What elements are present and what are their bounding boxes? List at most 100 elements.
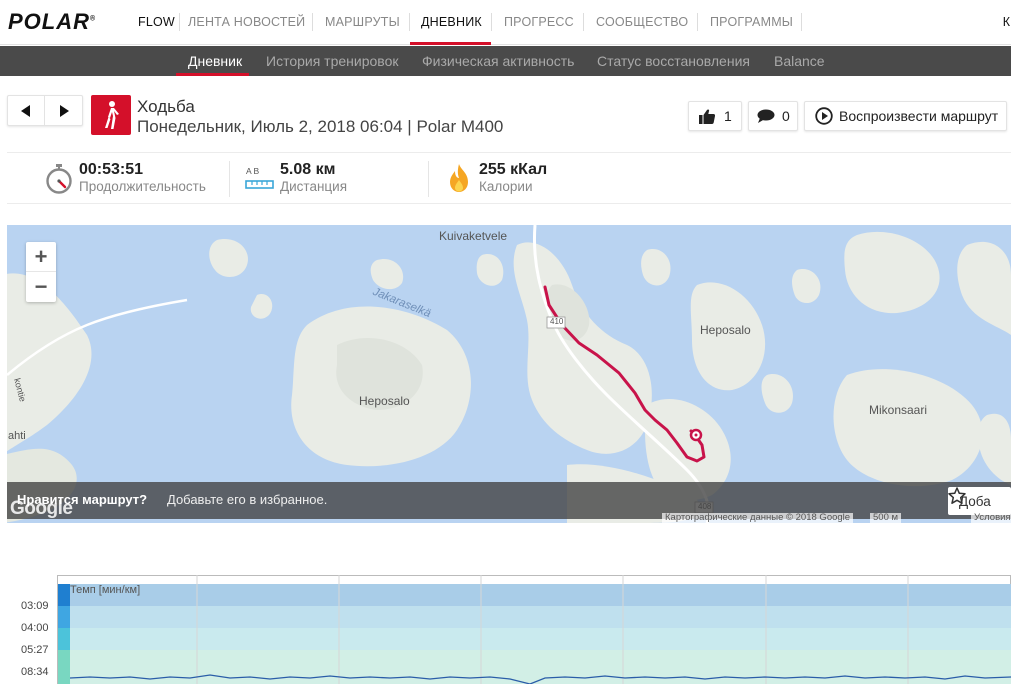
- thumbs-up-icon: [699, 108, 715, 124]
- stat-divider: [229, 161, 230, 197]
- duration-label: Продолжительность: [79, 179, 206, 194]
- session-summary: 00:53:51 Продолжительность A B 5.08 км Д…: [7, 152, 1011, 204]
- pace-zone-bar-1: [58, 584, 70, 606]
- nav-divider: [801, 13, 802, 31]
- add-favorite-button[interactable]: Доба: [948, 487, 1011, 515]
- nav-progress[interactable]: ПРОГРЕСС: [504, 0, 574, 45]
- nav-divider: [409, 13, 410, 31]
- nav-divider: [583, 13, 584, 31]
- map-terms-link[interactable]: Условия: [971, 513, 1011, 523]
- favorite-route-bar: Нравится маршрут? Добавьте его в избранн…: [7, 482, 1011, 519]
- polar-flow-page: POLAR® FLOW ЛЕНТА НОВОСТЕЙ МАРШРУТЫ ДНЕВ…: [0, 0, 1011, 684]
- arrow-right-icon: [59, 104, 69, 117]
- y-tick-label: 05:27: [21, 644, 49, 656]
- calories-label: Калории: [479, 179, 533, 194]
- distance-icon-text: A B: [246, 166, 260, 176]
- subnav-physical-activity[interactable]: Физическая активность: [422, 46, 574, 76]
- pace-band-1: [58, 584, 1011, 606]
- nav-divider: [179, 13, 180, 31]
- subnav-recovery-status[interactable]: Статус восстановления: [597, 46, 750, 76]
- next-session-button[interactable]: [46, 96, 83, 125]
- y-tick-label: 03:09: [21, 600, 49, 612]
- session-pager: [7, 95, 83, 126]
- zoom-in-button[interactable]: +: [26, 242, 56, 272]
- replay-route-label: Воспроизвести маршрут: [839, 108, 999, 124]
- previous-session-button[interactable]: [8, 96, 45, 125]
- y-tick-label: 08:34: [21, 666, 49, 678]
- route-map[interactable]: Kuivaketvele Jakaraselkä Heposalo Heposa…: [7, 225, 1011, 523]
- session-datetime-device: Понедельник, Июль 2, 2018 06:04 | Polar …: [137, 117, 504, 136]
- island-right-small-3: [792, 269, 821, 304]
- comment-count: 0: [782, 108, 790, 124]
- route-marker-dot: [694, 433, 698, 437]
- island-small-3: [370, 259, 404, 290]
- map-label-ahti: ahti: [8, 430, 26, 442]
- subnav-active-indicator: [176, 73, 249, 76]
- pace-chart[interactable]: Темп [мин/км] 03:09 04:00 05:27 08:34: [0, 574, 1011, 684]
- island-right-bottom: [978, 413, 1011, 485]
- pace-chart-canvas: [57, 575, 1011, 684]
- sub-navigation: Дневник История тренировок Физическая ак…: [0, 46, 1011, 76]
- subnav-training-history[interactable]: История тренировок: [266, 46, 398, 76]
- nav-divider: [491, 13, 492, 31]
- nav-user-edge[interactable]: К: [1003, 0, 1010, 45]
- island-small-2: [250, 294, 273, 319]
- polar-logo[interactable]: POLAR®: [8, 9, 96, 35]
- star-icon: [948, 487, 966, 504]
- y-tick-label: 04:00: [21, 622, 49, 634]
- like-count: 1: [724, 108, 732, 124]
- duration-value: 00:53:51: [79, 161, 144, 178]
- subnav-balance[interactable]: Balance: [774, 46, 825, 76]
- island-route-main: [513, 242, 652, 454]
- like-button[interactable]: 1: [688, 101, 742, 131]
- distance-ruler-icon: A B: [245, 166, 274, 189]
- island-right-small-2: [641, 249, 671, 286]
- nav-divider: [697, 13, 698, 31]
- comment-bubble-icon: [757, 109, 775, 123]
- distance-value: 5.08 км: [280, 161, 336, 178]
- top-navigation: POLAR® FLOW ЛЕНТА НОВОСТЕЙ МАРШРУТЫ ДНЕВ…: [0, 0, 1011, 45]
- nav-routes[interactable]: МАРШРУТЫ: [325, 0, 400, 45]
- favorite-prompt: Добавьте его в избранное.: [167, 492, 328, 507]
- map-label-heposalo-right: Heposalo: [700, 323, 751, 337]
- stopwatch-icon: [46, 164, 72, 194]
- play-circle-icon: [815, 107, 833, 125]
- walking-person-icon: [105, 101, 119, 129]
- map-attribution[interactable]: Картографические данные © 2018 Google: [662, 513, 854, 523]
- map-label-mikonsaari: Mikonsaari: [869, 403, 928, 417]
- distance-label: Дистанция: [280, 179, 348, 194]
- comment-button[interactable]: 0: [748, 101, 798, 131]
- nav-diary[interactable]: ДНЕВНИК: [421, 0, 482, 45]
- zoom-out-button[interactable]: −: [26, 272, 56, 302]
- nav-community[interactable]: СООБЩЕСТВО: [596, 0, 688, 45]
- island-right-top-2: [957, 241, 1011, 335]
- arrow-left-icon: [21, 104, 30, 117]
- island-small-1: [209, 239, 248, 277]
- island-mikonsaari: [833, 369, 983, 487]
- pace-band-4: [58, 650, 1011, 684]
- pace-band-2: [58, 606, 1011, 628]
- map-canvas: [7, 225, 1011, 523]
- pace-zone-bar-2: [58, 606, 70, 628]
- map-zoom-control: + −: [26, 242, 56, 302]
- flame-icon: [450, 164, 468, 192]
- map-label-road-410: 410: [550, 317, 564, 326]
- stat-divider: [428, 161, 429, 197]
- replay-route-button[interactable]: Воспроизвести маршрут: [804, 101, 1007, 131]
- pace-series-label: Темп [мин/км]: [70, 584, 141, 596]
- subnav-diary[interactable]: Дневник: [188, 46, 242, 76]
- island-right-top: [844, 231, 940, 314]
- nav-divider: [312, 13, 313, 31]
- pace-zone-bar-4: [58, 650, 70, 684]
- map-label-kuivaketvele: Kuivaketvele: [439, 229, 508, 243]
- map-scale[interactable]: 500 м: [870, 513, 902, 523]
- map-label-heposalo-left: Heposalo: [359, 394, 410, 408]
- island-right-small-1: [761, 374, 793, 413]
- pace-band-3: [58, 628, 1011, 650]
- island-small-4: [476, 254, 504, 286]
- nav-flow[interactable]: FLOW: [138, 0, 175, 45]
- walking-sport-badge: [91, 95, 131, 135]
- nav-programs[interactable]: ПРОГРАММЫ: [710, 0, 793, 45]
- pace-zone-bar-3: [58, 628, 70, 650]
- nav-news-feed[interactable]: ЛЕНТА НОВОСТЕЙ: [188, 0, 305, 45]
